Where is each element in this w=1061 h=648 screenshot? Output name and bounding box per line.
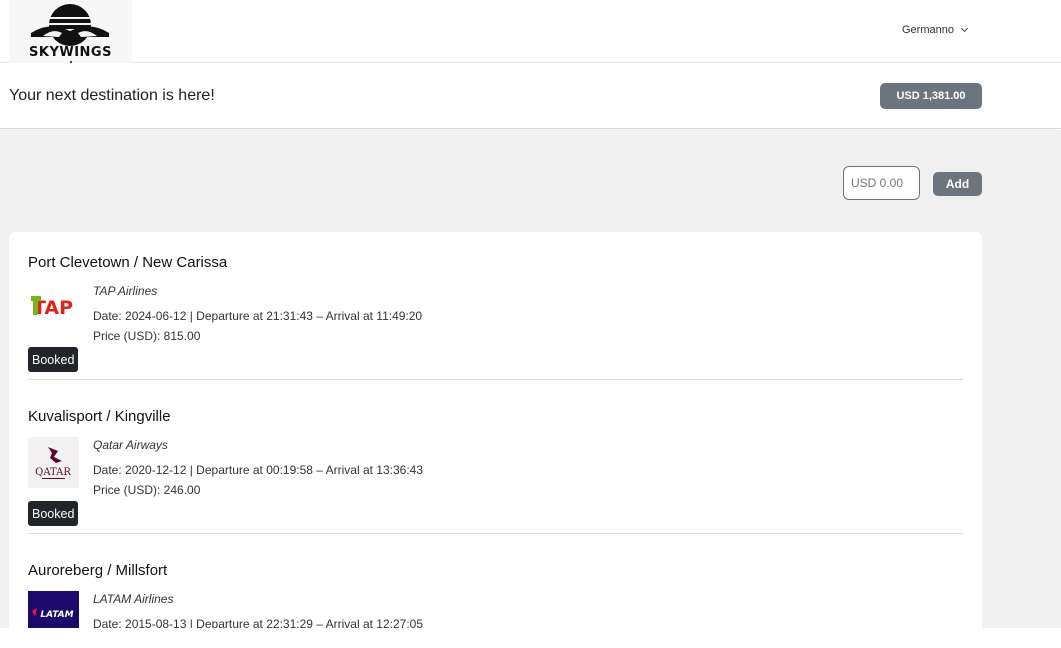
logo-dot	[70, 61, 72, 63]
flight-details: TAP Airlines Date: 2024-06-12 | Departur…	[93, 281, 422, 346]
balance-badge[interactable]: USD 1,381.00	[880, 83, 982, 109]
latam-logo-text: LATAM	[40, 610, 73, 620]
flight-price: Price (USD): 815.00	[93, 329, 201, 343]
top-navbar: SKYWINGS Germanno	[0, 0, 1061, 63]
flight-item: Auroreberg / Millsfort LATAM LATAM Airli…	[28, 562, 963, 628]
airline-name: LATAM Airlines	[93, 592, 174, 606]
airline-name: Qatar Airways	[93, 438, 168, 452]
user-menu-dropdown[interactable]: Germanno	[902, 24, 969, 36]
user-name: Germanno	[902, 24, 954, 36]
tap-airlines-logo: TAP	[28, 283, 79, 334]
booked-badge: Booked	[28, 501, 79, 526]
flights-card: Port Clevetown / New Carissa TAP TAP Air…	[9, 232, 982, 628]
logo-text: SKYWINGS	[29, 45, 112, 60]
latam-airlines-logo: LATAM	[28, 591, 79, 628]
flight-schedule: Date: 2020-12-12 | Departure at 00:19:58…	[93, 463, 423, 477]
flight-route: Kuvalisport / Kingville	[28, 408, 171, 425]
flight-divider	[28, 533, 963, 534]
flight-divider	[28, 379, 963, 380]
flight-price: Price (USD): 246.00	[93, 483, 201, 497]
logo-emblem-icon	[31, 4, 109, 46]
qatar-logo-text: QATAR	[35, 467, 71, 478]
skywings-logo[interactable]: SKYWINGS	[9, 0, 132, 63]
add-funds-button[interactable]: Add	[933, 172, 982, 196]
chevron-down-icon	[960, 24, 969, 33]
flight-schedule: Date: 2015-08-13 | Departure at 22:31:29…	[93, 617, 423, 628]
page-tagline: Your next destination is here!	[9, 87, 215, 104]
flight-route: Port Clevetown / New Carissa	[28, 254, 228, 271]
subheader: Your next destination is here! USD 1,381…	[0, 64, 1061, 129]
flight-route: Auroreberg / Millsfort	[28, 562, 168, 579]
main-content: Add Port Clevetown / New Carissa TAP TAP…	[0, 130, 1061, 628]
booked-badge: Booked	[28, 347, 79, 372]
airline-name: TAP Airlines	[93, 284, 158, 298]
bottom-strip	[0, 628, 1061, 648]
flight-details: Qatar Airways Date: 2020-12-12 | Departu…	[93, 435, 423, 500]
amount-input[interactable]	[843, 166, 920, 200]
flight-schedule: Date: 2024-06-12 | Departure at 21:31:43…	[93, 309, 423, 323]
flight-item: Kuvalisport / Kingville QATAR Qatar Airw…	[28, 408, 963, 534]
qatar-airways-logo: QATAR	[28, 437, 79, 488]
flight-details: LATAM Airlines Date: 2015-08-13 | Depart…	[93, 589, 423, 628]
flight-item: Port Clevetown / New Carissa TAP TAP Air…	[28, 254, 963, 380]
